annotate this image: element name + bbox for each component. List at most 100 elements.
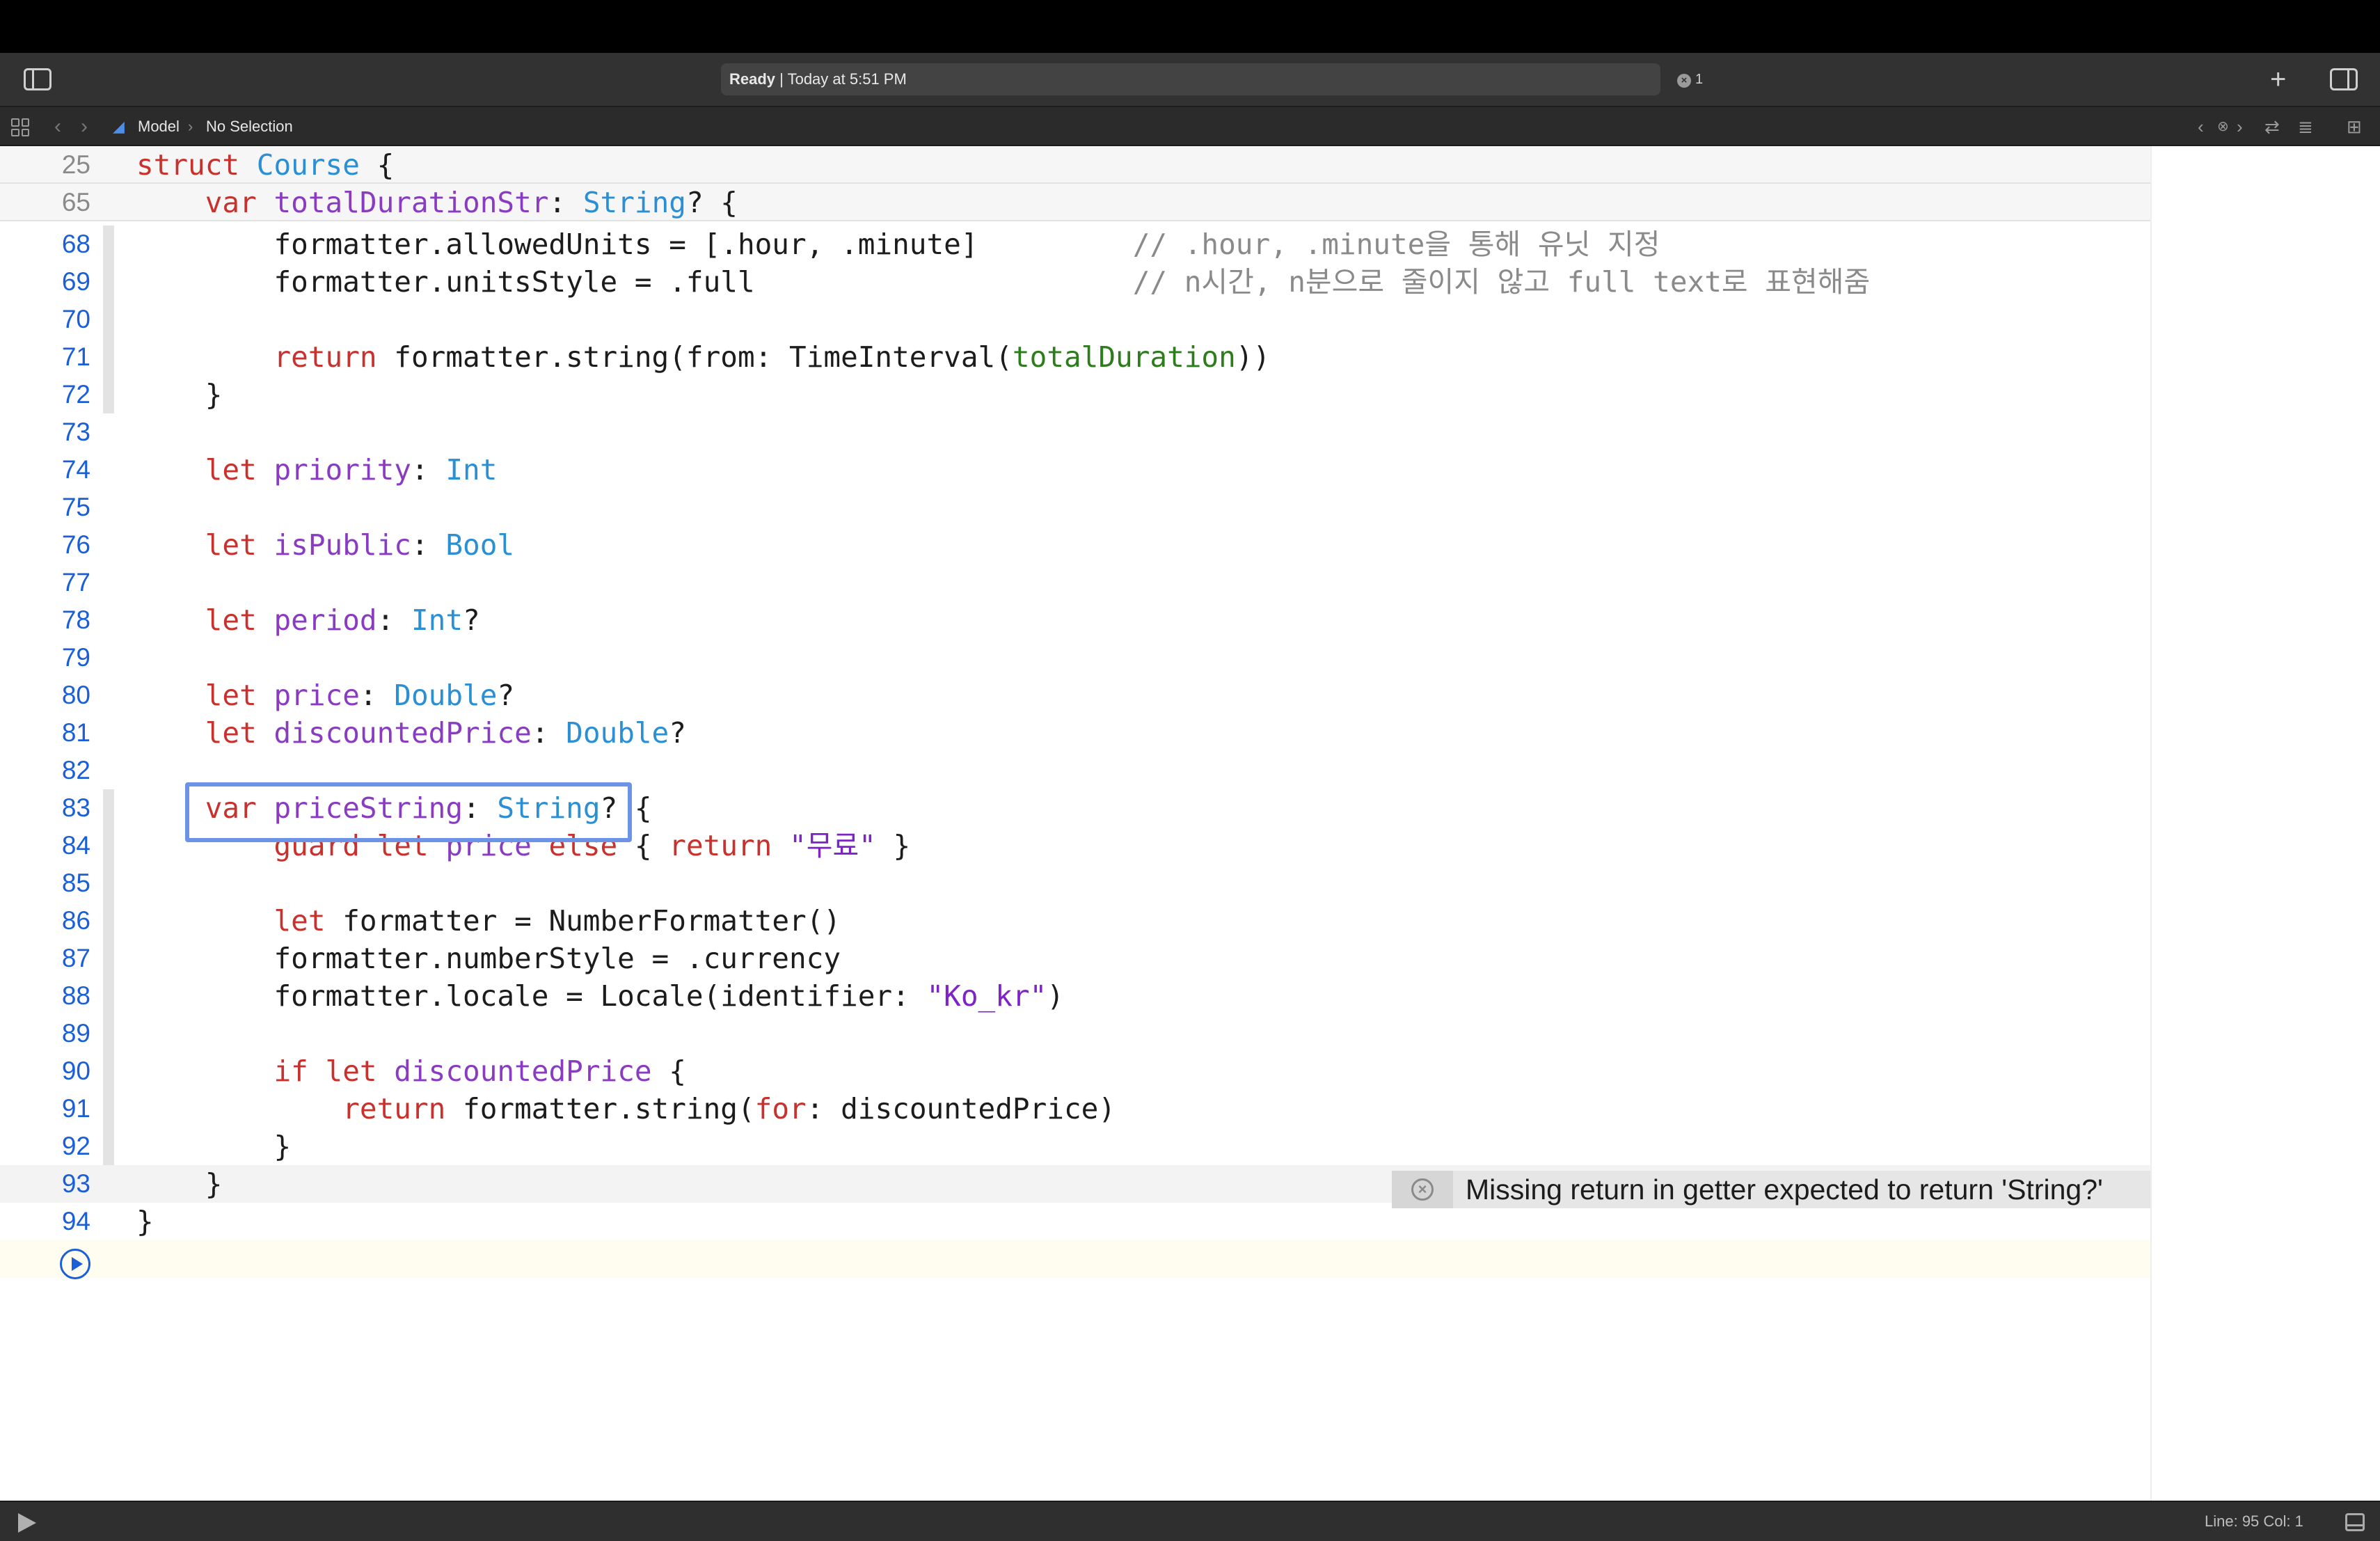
line-number[interactable]: 90 xyxy=(0,1052,90,1090)
inspector-toggle-icon[interactable] xyxy=(2330,68,2358,90)
error-count-badge[interactable]: × 1 xyxy=(1677,70,1703,89)
code-text: if let discountedPrice { xyxy=(273,1054,686,1088)
code-line[interactable]: 87 formatter.numberStyle = .currency xyxy=(0,940,2150,977)
code-line[interactable]: 71 return formatter.string(from: TimeInt… xyxy=(0,338,2150,376)
code-line[interactable]: 73 xyxy=(0,413,2150,451)
line-number[interactable]: 84 xyxy=(0,827,90,864)
related-files-icon[interactable]: ⇄ xyxy=(2264,107,2280,146)
line-number[interactable]: 78 xyxy=(0,601,90,639)
code-line[interactable]: 81 let discountedPrice: Double? xyxy=(0,714,2150,752)
breadcrumb-file[interactable]: Model xyxy=(138,107,180,146)
source-editor[interactable]: 25 struct Course {65 var totalDurationStr… xyxy=(0,146,2380,1501)
code-line[interactable]: 76 let isPublic: Bool xyxy=(0,526,2150,564)
line-number[interactable]: 85 xyxy=(0,864,90,902)
run-play-icon[interactable] xyxy=(60,1249,90,1279)
error-icon: × xyxy=(1677,74,1691,88)
issue-icon-cell: × xyxy=(1392,1171,1453,1208)
line-number[interactable]: 25 xyxy=(0,146,90,184)
breadcrumb-symbol[interactable]: No Selection xyxy=(206,107,293,146)
line-number[interactable]: 88 xyxy=(0,977,90,1015)
code-text: struct Course { xyxy=(136,148,395,182)
code-line[interactable]: 70 xyxy=(0,301,2150,338)
code-line[interactable]: 90 if let discountedPrice { xyxy=(0,1052,2150,1090)
code-text: formatter.locale = Locale(identifier: "K… xyxy=(136,979,1064,1013)
line-number[interactable]: 76 xyxy=(0,526,90,564)
line-number[interactable]: 71 xyxy=(0,338,90,376)
status-state: Ready xyxy=(729,70,776,88)
jump-bar: ‹ › ◢ Model › No Selection ‹ ⊗ › ⇄ ≣ ⊞ xyxy=(0,107,2380,146)
line-number[interactable]: 65 xyxy=(0,184,90,221)
code-line[interactable]: 80 let price: Double? xyxy=(0,677,2150,714)
code-line[interactable]: 72 } xyxy=(0,376,2150,413)
related-items-icon[interactable] xyxy=(11,118,29,136)
current-line[interactable] xyxy=(0,1240,2150,1278)
code-line[interactable]: 68 formatter.allowedUnits = [.hour, .min… xyxy=(0,226,2150,263)
back-arrow-icon[interactable]: ‹ xyxy=(54,107,61,146)
code-text: let formatter = NumberFormatter() xyxy=(273,904,841,938)
code-line[interactable]: 92 } xyxy=(0,1128,2150,1165)
highlight-box xyxy=(185,782,632,842)
activity-status-bar: Ready | Today at 5:51 PM xyxy=(721,63,1660,95)
line-number[interactable]: 79 xyxy=(0,639,90,677)
code-text: } xyxy=(136,378,223,411)
code-line[interactable]: 85 xyxy=(0,864,2150,902)
sidebar-toggle-icon[interactable] xyxy=(24,68,51,90)
code-text: let period: Int? xyxy=(205,603,480,637)
line-number[interactable]: 94 xyxy=(0,1203,90,1240)
next-issue-icon[interactable]: › xyxy=(2237,107,2243,146)
cursor-position: Line: 95 Col: 1 xyxy=(2205,1512,2303,1530)
code-line[interactable]: 25 struct Course { xyxy=(0,146,2150,184)
line-number[interactable]: 92 xyxy=(0,1128,90,1165)
code-text: let price: Double? xyxy=(205,679,515,712)
line-number[interactable]: 91 xyxy=(0,1090,90,1128)
issue-navigator-icon[interactable]: ⊗ xyxy=(2217,107,2229,146)
line-number[interactable]: 75 xyxy=(0,489,90,526)
code-text: } xyxy=(136,1205,154,1238)
line-number[interactable]: 72 xyxy=(0,376,90,413)
code-line[interactable]: 91 return formatter.string(for: discount… xyxy=(0,1090,2150,1128)
code-line[interactable]: 79 xyxy=(0,639,2150,677)
split-editor-icon[interactable]: ⊞ xyxy=(2347,107,2362,146)
window-top-band xyxy=(0,0,2380,53)
line-number[interactable]: 81 xyxy=(0,714,90,752)
line-number[interactable]: 68 xyxy=(0,226,90,263)
code-text: var totalDurationStr: String? { xyxy=(205,186,738,219)
code-line[interactable]: 94} xyxy=(0,1203,2150,1240)
line-number[interactable]: 93 xyxy=(0,1165,90,1203)
code-text: return formatter.string(for: discountedP… xyxy=(342,1092,1116,1125)
code-line[interactable]: 75 xyxy=(0,489,2150,526)
minimap-divider xyxy=(2150,146,2152,1501)
add-button[interactable]: + xyxy=(2270,63,2286,96)
error-message: Missing return in getter expected to ret… xyxy=(1466,1173,2103,1206)
play-icon[interactable] xyxy=(18,1513,36,1533)
code-line[interactable]: 65 var totalDurationStr: String? { xyxy=(0,184,2150,221)
code-line[interactable]: 86 let formatter = NumberFormatter() xyxy=(0,902,2150,940)
inline-error-banner[interactable]: × Missing return in getter expected to r… xyxy=(1392,1171,2150,1208)
code-line[interactable]: 74 let priority: Int xyxy=(0,451,2150,489)
breadcrumb-separator-icon: › xyxy=(188,118,193,135)
code-text: formatter.numberStyle = .currency xyxy=(136,942,841,975)
forward-arrow-icon[interactable]: › xyxy=(81,107,88,146)
prev-issue-icon[interactable]: ‹ xyxy=(2198,107,2204,146)
line-number[interactable]: 77 xyxy=(0,564,90,601)
line-number[interactable]: 70 xyxy=(0,301,90,338)
line-number[interactable]: 87 xyxy=(0,940,90,977)
debug-area-toggle-icon[interactable] xyxy=(2345,1513,2365,1531)
code-line[interactable]: 77 xyxy=(0,564,2150,601)
line-number[interactable]: 83 xyxy=(0,789,90,827)
editor-options-icon[interactable]: ≣ xyxy=(2298,107,2313,146)
error-circle-icon: × xyxy=(1411,1178,1434,1201)
line-number[interactable]: 82 xyxy=(0,752,90,789)
line-number[interactable]: 86 xyxy=(0,902,90,940)
line-number[interactable]: 73 xyxy=(0,413,90,451)
code-line[interactable]: 89 xyxy=(0,1015,2150,1052)
line-number[interactable]: 89 xyxy=(0,1015,90,1052)
line-number[interactable]: 69 xyxy=(0,263,90,301)
code-text: let isPublic: Bool xyxy=(205,528,515,562)
line-number[interactable]: 74 xyxy=(0,451,90,489)
code-line[interactable]: 78 let period: Int? xyxy=(0,601,2150,639)
code-line[interactable]: 69 formatter.unitsStyle = .full // n시간, … xyxy=(0,263,2150,301)
line-number[interactable]: 80 xyxy=(0,677,90,714)
code-line[interactable]: 88 formatter.locale = Locale(identifier:… xyxy=(0,977,2150,1015)
toolbar: Ready | Today at 5:51 PM × 1 + xyxy=(0,53,2380,107)
